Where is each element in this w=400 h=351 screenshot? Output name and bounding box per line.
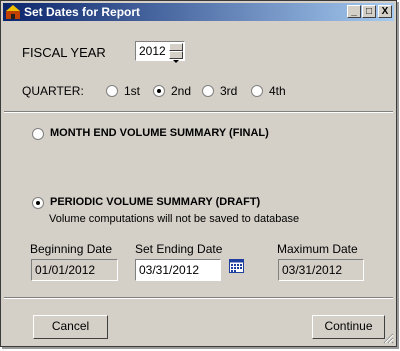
- divider-top: [4, 111, 393, 113]
- cancel-button[interactable]: Cancel: [33, 315, 108, 339]
- set-dates-dialog: Set Dates for Report _ □ X FISCAL YEAR 2…: [0, 0, 397, 347]
- resize-grip-icon[interactable]: [383, 333, 394, 344]
- maximize-button[interactable]: □: [362, 5, 376, 18]
- periodic-note: Volume computations will not be saved to…: [49, 213, 300, 225]
- ending-date-label: Set Ending Date: [135, 242, 223, 256]
- spin-up-button[interactable]: [169, 43, 183, 56]
- continue-button[interactable]: Continue: [312, 315, 385, 339]
- quarter-label: QUARTER:: [22, 84, 84, 98]
- minimize-button[interactable]: _: [347, 5, 361, 18]
- quarter-3rd-label: 3rd: [220, 84, 238, 98]
- quarter-3rd-radio[interactable]: [202, 85, 214, 97]
- arrow-down-icon: [173, 60, 179, 63]
- maximum-date-label: Maximum Date: [277, 242, 358, 256]
- quarter-1st-radio[interactable]: [106, 85, 118, 97]
- beginning-date-field: 01/01/2012: [31, 259, 118, 281]
- fiscal-year-value: 2012: [139, 44, 166, 58]
- window-title: Set Dates for Report: [24, 5, 141, 19]
- divider-bottom: [4, 297, 393, 299]
- close-button[interactable]: X: [378, 5, 392, 18]
- quarter-2nd-label: 2nd: [171, 84, 192, 98]
- title-bar[interactable]: Set Dates for Report _ □ X: [3, 3, 394, 21]
- spin-down-button[interactable]: [169, 51, 183, 63]
- app-icon: [6, 5, 20, 19]
- month-end-summary-radio[interactable]: [32, 128, 44, 140]
- quarter-2nd-radio[interactable]: [153, 85, 165, 97]
- maximum-date-field: 03/31/2012: [278, 259, 364, 281]
- periodic-summary-label: PERIODIC VOLUME SUMMARY (DRAFT): [50, 196, 261, 208]
- calendar-icon[interactable]: [229, 259, 244, 273]
- month-end-summary-label: MONTH END VOLUME SUMMARY (FINAL): [50, 127, 269, 139]
- fiscal-year-label: FISCAL YEAR: [22, 45, 106, 60]
- quarter-4th-label: 4th: [269, 84, 286, 98]
- quarter-1st-label: 1st: [124, 84, 141, 98]
- quarter-4th-radio[interactable]: [251, 85, 263, 97]
- fiscal-year-spinner[interactable]: 2012: [135, 41, 185, 63]
- beginning-date-label: Beginning Date: [30, 242, 113, 256]
- periodic-summary-radio[interactable]: [32, 197, 44, 209]
- ending-date-input[interactable]: 03/31/2012: [135, 259, 221, 281]
